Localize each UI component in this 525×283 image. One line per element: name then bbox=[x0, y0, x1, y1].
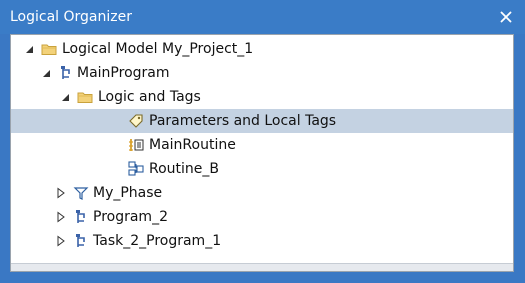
tree-item-task-2-program-1[interactable]: Task_2_Program_1 bbox=[11, 229, 513, 253]
program-icon bbox=[61, 66, 70, 79]
tree-item-mainprogram[interactable]: MainProgram bbox=[11, 61, 513, 85]
collapsed-triangle-icon[interactable] bbox=[55, 235, 67, 247]
tree-item-label: My_Phase bbox=[93, 185, 163, 201]
tree-item-mainroutine[interactable]: MainRoutine bbox=[11, 133, 513, 157]
close-button[interactable] bbox=[495, 6, 517, 28]
title-bar: Logical Organizer bbox=[0, 0, 525, 34]
logical-organizer-window: Logical Organizer Logical Model My_Proje… bbox=[0, 0, 525, 283]
collapsed-triangle-icon[interactable] bbox=[55, 187, 67, 199]
expanded-triangle-icon[interactable] bbox=[23, 43, 35, 55]
function-block-routine-icon bbox=[128, 161, 144, 176]
tree-item-label: MainProgram bbox=[77, 65, 170, 81]
tree-item-label: Logic and Tags bbox=[98, 89, 201, 105]
folder-icon bbox=[77, 92, 93, 103]
tag-icon bbox=[129, 114, 143, 128]
ladder-routine-icon bbox=[129, 139, 144, 151]
tree-item-label: Task_2_Program_1 bbox=[93, 233, 222, 249]
tree-item-label: Parameters and Local Tags bbox=[149, 113, 337, 129]
window-title: Logical Organizer bbox=[10, 9, 132, 25]
tree-item-program-2[interactable]: Program_2 bbox=[11, 205, 513, 229]
horizontal-scrollbar[interactable] bbox=[11, 263, 513, 271]
phase-icon bbox=[73, 187, 89, 200]
folder-icon bbox=[41, 44, 57, 55]
expanded-triangle-icon[interactable] bbox=[59, 91, 71, 103]
tree-item-logical-model[interactable]: Logical Model My_Project_1 bbox=[11, 37, 513, 61]
tree-item-logic-and-tags[interactable]: Logic and Tags bbox=[11, 85, 513, 109]
program-icon bbox=[76, 210, 85, 223]
expanded-triangle-icon[interactable] bbox=[40, 67, 52, 79]
tree-item-label: Program_2 bbox=[93, 209, 168, 225]
tree-item-label: Routine_B bbox=[149, 161, 220, 177]
tree-item-my-phase[interactable]: My_Phase bbox=[11, 181, 513, 205]
tree-item-label: Logical Model My_Project_1 bbox=[62, 41, 254, 57]
tree-item-routine-b[interactable]: Routine_B bbox=[11, 157, 513, 181]
program-icon bbox=[76, 234, 85, 247]
tree-item-label: MainRoutine bbox=[149, 137, 236, 153]
close-icon bbox=[500, 11, 512, 23]
collapsed-triangle-icon[interactable] bbox=[55, 211, 67, 223]
tree-panel: Logical Model My_Project_1 MainProgram L… bbox=[10, 34, 514, 272]
tree-item-parameters-and-local-tags[interactable]: Parameters and Local Tags bbox=[11, 109, 513, 133]
